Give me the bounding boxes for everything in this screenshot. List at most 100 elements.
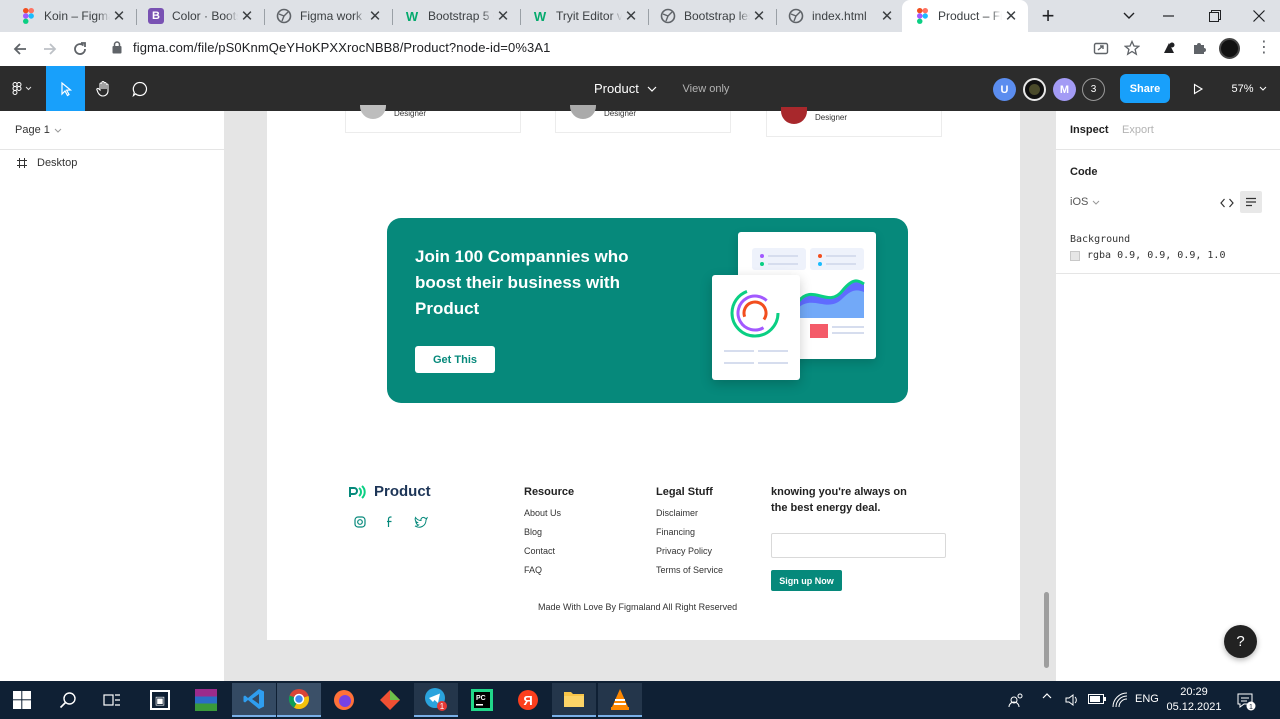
arrow-left-icon — [13, 43, 26, 55]
back-button[interactable] — [8, 37, 32, 61]
help-button[interactable]: ? — [1224, 625, 1257, 658]
task-view-button[interactable] — [90, 683, 134, 717]
browser-tab[interactable]: index.html ✕ — [776, 0, 904, 32]
footer-link[interactable]: FAQ — [524, 565, 542, 575]
avatar[interactable]: M — [1053, 78, 1076, 101]
browser-tab[interactable]: Figma work ✕ — [264, 0, 392, 32]
url-text[interactable]: figma.com/file/pS0KnmQeYHoKPXXrocNBB8/Pr… — [133, 40, 550, 55]
move-tool-button[interactable] — [46, 66, 85, 111]
footer-link[interactable]: Blog — [524, 527, 542, 537]
browser-tab[interactable]: W Bootstrap 5 C ✕ — [392, 0, 520, 32]
globe-icon — [276, 8, 292, 24]
file-name-menu[interactable]: Product — [594, 66, 666, 111]
close-tab-icon[interactable]: ✕ — [110, 7, 128, 25]
windows-logo-icon — [13, 691, 31, 709]
system-clock[interactable]: 20:29 05.12.2021 — [1166, 685, 1222, 715]
svg-text:PC: PC — [476, 695, 486, 702]
chevron-up-icon[interactable] — [1042, 693, 1052, 699]
newsletter-email-input[interactable] — [771, 533, 946, 558]
notification-center-icon[interactable]: 1 — [1236, 691, 1256, 711]
close-tab-icon[interactable]: ✕ — [238, 7, 256, 25]
people-icon[interactable] — [1008, 692, 1024, 708]
avatar[interactable]: U — [993, 78, 1016, 101]
share-button[interactable]: Share — [1120, 74, 1170, 103]
close-tab-icon[interactable]: ✕ — [366, 7, 384, 25]
avatar[interactable] — [1023, 78, 1046, 101]
minimize-button[interactable] — [1146, 0, 1192, 32]
collaborator-count[interactable]: 3 — [1082, 78, 1105, 101]
instagram-icon[interactable] — [354, 516, 366, 528]
tab-inspect[interactable]: Inspect — [1070, 124, 1109, 136]
file-explorer-icon[interactable] — [552, 683, 596, 717]
browser-tab-active[interactable]: Product – Figma ✕ — [902, 0, 1028, 32]
extension-icon[interactable] — [1161, 40, 1177, 56]
code-view-button[interactable] — [1216, 193, 1238, 213]
forward-button[interactable] — [38, 37, 62, 61]
chrome-icon[interactable] — [277, 683, 321, 717]
close-tab-icon[interactable]: ✕ — [878, 7, 896, 25]
code-heading: Code — [1070, 166, 1098, 178]
firefox-icon[interactable] — [322, 683, 366, 717]
lock-icon[interactable] — [112, 41, 122, 54]
footer-link[interactable]: Disclaimer — [656, 508, 698, 518]
footer-link[interactable]: Terms of Service — [656, 565, 723, 575]
git-icon[interactable] — [368, 683, 412, 717]
profile-avatar[interactable] — [1219, 38, 1240, 59]
yandex-icon[interactable]: Я — [506, 683, 550, 717]
zoom-menu[interactable]: 57% — [1226, 66, 1272, 111]
team-role: Designer — [815, 113, 848, 122]
canvas-scrollbar[interactable] — [1044, 592, 1049, 668]
reload-icon — [74, 42, 86, 55]
input-language[interactable]: ENG — [1135, 693, 1159, 705]
start-button[interactable] — [0, 683, 44, 717]
browser-tab[interactable]: B Color · Bootstrap ✕ — [136, 0, 264, 32]
tab-export[interactable]: Export — [1122, 124, 1154, 136]
donut-card-illustration — [712, 275, 800, 380]
share-page-icon[interactable] — [1093, 40, 1109, 56]
file-name: Product — [594, 81, 639, 96]
new-tab-button[interactable]: + — [1026, 0, 1070, 32]
close-tab-icon[interactable]: ✕ — [494, 7, 512, 25]
extensions-puzzle-icon[interactable] — [1191, 40, 1207, 56]
reload-button[interactable] — [68, 37, 92, 61]
footer-link[interactable]: Privacy Policy — [656, 546, 712, 556]
footer-link[interactable]: Financing — [656, 527, 695, 537]
background-value[interactable]: rgba 0.9, 0.9, 0.9, 1.0 — [1087, 250, 1225, 261]
browser-tab[interactable]: W Tryit Editor v3 ✕ — [520, 0, 648, 32]
tab-title: Color · Bootstrap — [172, 9, 238, 23]
footer-link[interactable]: About Us — [524, 508, 561, 518]
twitter-icon[interactable] — [414, 516, 428, 528]
close-tab-icon[interactable]: ✕ — [750, 7, 768, 25]
browser-tab[interactable]: Bootstrap les ✕ — [648, 0, 776, 32]
bookmark-star-icon[interactable] — [1124, 40, 1140, 56]
vscode-icon[interactable] — [232, 683, 276, 717]
more-menu-icon[interactable]: ⋮ — [1256, 40, 1272, 56]
winrar-icon[interactable] — [184, 683, 228, 717]
browser-tab[interactable]: Koin – Figma ✕ — [8, 0, 136, 32]
hand-tool-button[interactable] — [86, 66, 122, 111]
main-menu-button[interactable] — [0, 66, 46, 111]
layer-desktop[interactable]: Desktop — [16, 157, 77, 169]
vlc-icon[interactable] — [598, 683, 642, 717]
close-tab-icon[interactable]: ✕ — [1002, 7, 1020, 25]
restore-button[interactable] — [1192, 0, 1238, 32]
present-button[interactable] — [1184, 66, 1212, 111]
get-this-button[interactable]: Get This — [415, 346, 495, 373]
search-button[interactable] — [46, 683, 90, 717]
list-view-button[interactable] — [1240, 191, 1262, 213]
avatar — [570, 105, 596, 119]
volume-icon[interactable] — [1064, 692, 1080, 708]
wifi-icon[interactable] — [1112, 692, 1128, 708]
comment-tool-button[interactable] — [122, 66, 158, 111]
app-icon[interactable]: ▣ — [138, 683, 182, 717]
battery-icon[interactable] — [1088, 694, 1106, 704]
code-language-select[interactable]: iOS — [1070, 196, 1100, 208]
facebook-icon[interactable] — [385, 516, 395, 528]
sign-up-button[interactable]: Sign up Now — [771, 570, 842, 591]
footer-link[interactable]: Contact — [524, 546, 555, 556]
page-selector[interactable]: Page 1 — [15, 124, 62, 136]
close-tab-icon[interactable]: ✕ — [622, 7, 640, 25]
close-window-button[interactable] — [1236, 0, 1280, 32]
telegram-icon[interactable]: 1 — [414, 683, 458, 717]
pycharm-icon[interactable]: PC — [460, 683, 504, 717]
